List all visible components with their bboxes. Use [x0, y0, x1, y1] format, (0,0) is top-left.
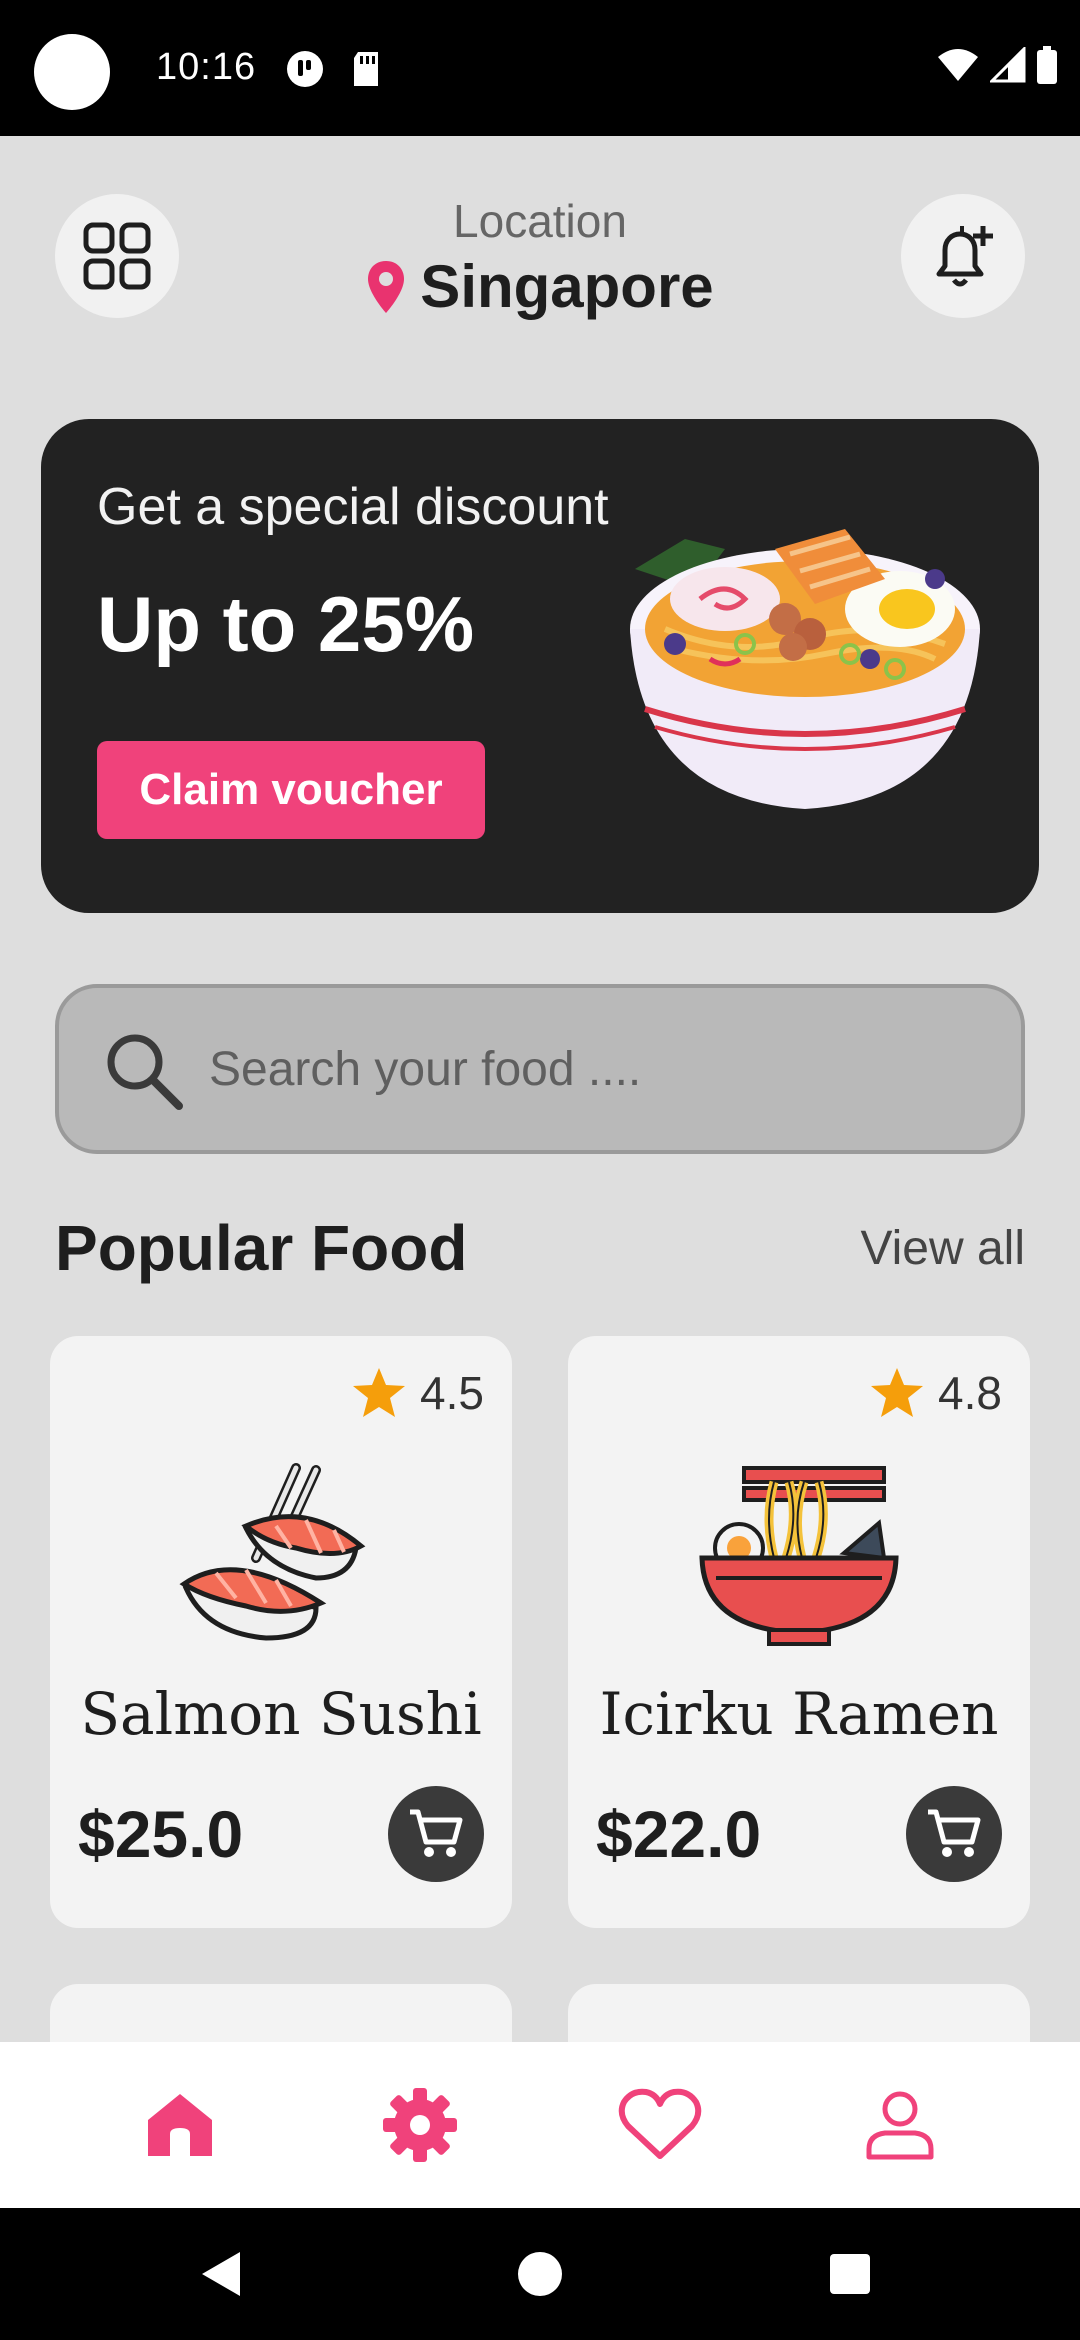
home-icon [148, 2094, 212, 2156]
food-card[interactable]: 4.5 Salmon Sushi $25.0 [50, 1336, 512, 1928]
food-name: Icirku Ramen [599, 1680, 999, 1748]
nav-settings[interactable] [360, 2065, 480, 2185]
food-card-partial[interactable] [568, 1984, 1030, 2042]
location-pin-icon [368, 260, 405, 313]
salmon-sushi-icon [179, 1463, 366, 1641]
bell-plus-icon [936, 226, 993, 287]
status-bar: 10:16 [0, 0, 1080, 136]
nav-profile[interactable] [840, 2065, 960, 2185]
rating-value: 4.5 [420, 1367, 484, 1419]
cart-icon [928, 1809, 981, 1857]
home-screen: Location Singapore Get a special discoun… [0, 136, 1080, 2042]
food-price: $22.0 [596, 1797, 762, 1871]
food-card-partial[interactable] [50, 1984, 512, 2042]
star-icon [353, 1368, 406, 1417]
header: Location Singapore [0, 136, 1080, 376]
battery-icon [1037, 46, 1057, 84]
promo-title: Up to 25% [97, 580, 475, 668]
promo-subtitle: Get a special discount [97, 478, 609, 536]
add-to-cart-button[interactable] [906, 1786, 1002, 1882]
status-time: 10:16 [156, 46, 257, 88]
section-title: Popular Food [55, 1212, 468, 1284]
notification-button[interactable] [901, 194, 1025, 318]
wifi-icon [938, 49, 978, 81]
location-value-row: Singapore [366, 252, 714, 321]
camera-cutout [34, 34, 110, 110]
heart-icon [618, 2088, 702, 2159]
food-card[interactable]: 4.8 Icirku Ramen $22.0 [568, 1336, 1030, 1928]
search-bar[interactable] [55, 984, 1025, 1154]
sd-card-icon [354, 52, 378, 86]
food-name: Salmon Sushi [80, 1680, 482, 1748]
search-icon [107, 1034, 183, 1110]
star-icon [871, 1368, 924, 1417]
bottom-navigation [0, 2042, 1080, 2208]
rating: 4.5 [352, 1366, 484, 1420]
phone-screen: 10:16 Location Singapore Get a special d… [0, 0, 1080, 2340]
signal-icon [990, 47, 1026, 83]
nav-favorites[interactable] [600, 2065, 720, 2185]
rating-value: 4.8 [938, 1367, 1002, 1419]
search-input[interactable] [209, 1028, 989, 1110]
home-button[interactable] [518, 2252, 562, 2296]
app-notification-icon [287, 51, 323, 87]
system-navigation-bar [0, 2208, 1080, 2340]
rating: 4.8 [870, 1366, 1002, 1420]
cart-icon [410, 1809, 463, 1857]
profile-icon [866, 2091, 934, 2160]
add-to-cart-button[interactable] [388, 1786, 484, 1882]
ramen-bowl-icon [699, 1466, 899, 1646]
back-icon[interactable] [200, 2250, 244, 2298]
location-name: Singapore [420, 253, 714, 320]
promo-banner: Get a special discount Up to 25% Claim v… [41, 419, 1039, 913]
ramen-bowl-illustration [630, 529, 980, 809]
claim-voucher-button[interactable]: Claim voucher [97, 741, 485, 839]
food-price: $25.0 [78, 1797, 244, 1871]
view-all-link[interactable]: View all [860, 1221, 1025, 1276]
recents-button[interactable] [830, 2254, 870, 2294]
nav-home[interactable] [120, 2065, 240, 2185]
settings-icon [383, 2088, 457, 2162]
